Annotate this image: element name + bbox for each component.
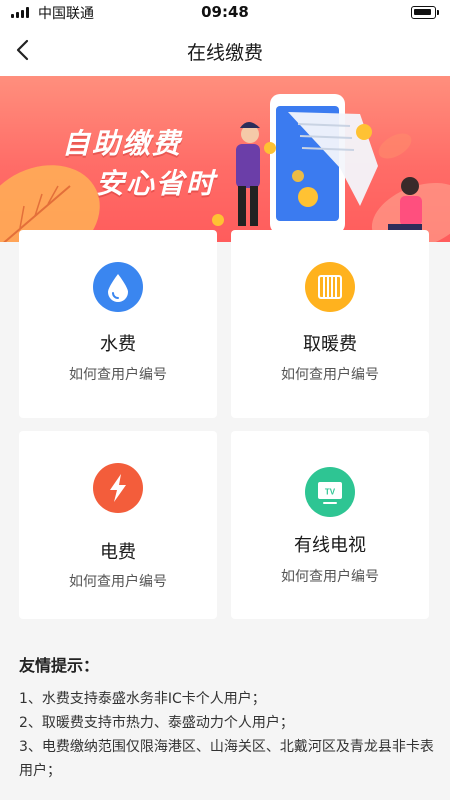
card-title: 取暖费 xyxy=(303,334,357,355)
tip-item: 3、电费缴纳范围仅限海港区、山海关区、北戴河区及青龙县非卡表用户； xyxy=(19,739,434,779)
tips-section: 友情提示： 1、水费支持泰盛水务非IC卡个人用户； 2、取暖费支持市热力、泰盛动… xyxy=(19,652,439,783)
tv-icon: TV xyxy=(305,467,355,517)
banner-headline-2: 安心省时 xyxy=(96,167,217,200)
page-title: 在线缴费 xyxy=(186,42,263,64)
card-cable-tv[interactable]: TV 有线电视 如何查用户编号 xyxy=(231,431,429,619)
tips-title: 友情提示： xyxy=(19,656,100,675)
svg-text:TV: TV xyxy=(325,488,336,497)
card-title: 有线电视 xyxy=(294,535,366,556)
banner-headline-1: 自助缴费 xyxy=(62,127,183,160)
card-subtitle-link[interactable]: 如何查用户编号 xyxy=(231,364,429,384)
lightning-icon xyxy=(93,463,143,513)
water-drop-icon xyxy=(93,262,143,312)
card-water[interactable]: 水费 如何查用户编号 xyxy=(19,230,217,418)
status-time: 09:48 xyxy=(201,3,249,21)
nav-bar: 在线缴费 xyxy=(0,24,450,76)
status-bar: 中国联通 09:48 xyxy=(0,0,450,24)
battery-icon xyxy=(411,6,439,19)
card-subtitle-link[interactable]: 如何查用户编号 xyxy=(19,364,217,384)
card-subtitle-link[interactable]: 如何查用户编号 xyxy=(19,571,217,591)
card-subtitle-link[interactable]: 如何查用户编号 xyxy=(231,566,429,586)
tip-item: 2、取暖费支持市热力、泰盛动力个人用户； xyxy=(19,715,294,731)
card-title: 电费 xyxy=(100,542,136,563)
promo-banner: 自助缴费 安心省时 xyxy=(0,76,450,242)
card-heating[interactable]: 取暖费 如何查用户编号 xyxy=(231,230,429,418)
tip-item: 1、水费支持泰盛水务非IC卡个人用户； xyxy=(19,691,266,707)
radiator-icon xyxy=(305,262,355,312)
card-electricity[interactable]: 电费 如何查用户编号 xyxy=(19,431,217,619)
card-title: 水费 xyxy=(100,334,136,355)
